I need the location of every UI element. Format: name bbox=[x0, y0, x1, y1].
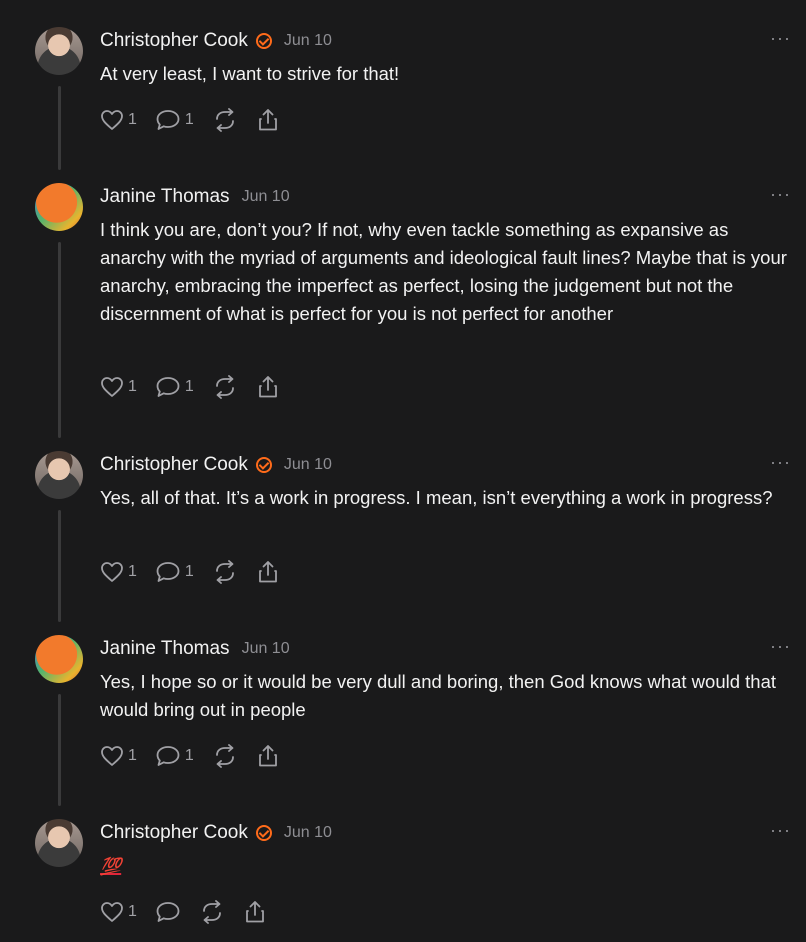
like-button[interactable]: 1 bbox=[100, 561, 137, 583]
share-icon bbox=[246, 901, 264, 923]
like-button[interactable]: 1 bbox=[100, 109, 137, 131]
avatar[interactable] bbox=[35, 451, 83, 499]
comment-icon bbox=[156, 902, 180, 922]
thread-line bbox=[58, 86, 61, 170]
restack-icon bbox=[215, 108, 234, 132]
comment-header: Janine Thomas Jun 10 bbox=[100, 185, 290, 209]
heart-icon bbox=[101, 562, 123, 582]
comment-header: Christopher Cook Jun 10 bbox=[100, 821, 332, 845]
reply-button[interactable] bbox=[155, 901, 181, 923]
more-icon[interactable]: ··· bbox=[770, 452, 791, 473]
author-name[interactable]: Christopher Cook bbox=[100, 454, 248, 476]
action-bar: 1 bbox=[100, 898, 285, 926]
comment-date[interactable]: Jun 10 bbox=[242, 640, 290, 658]
action-bar: 1 1 bbox=[100, 106, 298, 134]
more-icon[interactable]: ··· bbox=[770, 820, 791, 841]
restack-icon bbox=[215, 560, 234, 584]
reply-count: 1 bbox=[184, 378, 194, 395]
comment-date[interactable]: Jun 10 bbox=[284, 32, 332, 50]
share-icon bbox=[258, 376, 277, 398]
comment-date[interactable]: Jun 10 bbox=[242, 188, 290, 206]
more-icon[interactable]: ··· bbox=[770, 184, 791, 205]
heart-icon bbox=[101, 110, 123, 130]
restack-icon bbox=[215, 744, 234, 768]
more-icon[interactable]: ··· bbox=[770, 28, 791, 49]
author-name[interactable]: Christopher Cook bbox=[100, 30, 248, 52]
comment-text: At very least, I want to strive for that… bbox=[100, 63, 400, 84]
share-button[interactable] bbox=[256, 744, 280, 768]
thread-line bbox=[58, 510, 61, 622]
author-name[interactable]: Janine Thomas bbox=[100, 638, 230, 660]
reply-button[interactable]: 1 bbox=[155, 109, 194, 131]
restack-button[interactable] bbox=[212, 560, 238, 584]
avatar[interactable] bbox=[35, 183, 83, 231]
comment-icon bbox=[156, 746, 180, 766]
verified-icon bbox=[255, 825, 272, 841]
comment-header: Janine Thomas Jun 10 bbox=[100, 637, 290, 661]
comment-header: Christopher Cook Jun 10 bbox=[100, 29, 332, 53]
comment-icon bbox=[156, 377, 180, 397]
like-count: 1 bbox=[128, 111, 137, 128]
comment-icon bbox=[156, 562, 180, 582]
share-icon bbox=[258, 561, 277, 583]
restack-button[interactable] bbox=[212, 744, 238, 768]
reply-button[interactable]: 1 bbox=[155, 376, 194, 398]
like-button[interactable]: 1 bbox=[100, 376, 137, 398]
comment-icon bbox=[156, 110, 180, 130]
like-button[interactable]: 1 bbox=[100, 745, 137, 767]
restack-icon bbox=[215, 375, 234, 399]
verified-icon bbox=[255, 457, 272, 473]
restack-icon bbox=[203, 900, 221, 924]
reply-count: 1 bbox=[184, 563, 194, 580]
reply-button[interactable]: 1 bbox=[155, 745, 194, 767]
share-icon bbox=[258, 109, 277, 131]
comment-date[interactable]: Jun 10 bbox=[284, 456, 332, 474]
share-button[interactable] bbox=[256, 560, 280, 584]
heart-icon bbox=[101, 377, 123, 397]
heart-icon bbox=[101, 746, 123, 766]
verified-icon bbox=[255, 33, 272, 49]
like-count: 1 bbox=[128, 903, 137, 920]
like-count: 1 bbox=[128, 378, 137, 395]
hundred-points-icon: 💯 bbox=[100, 857, 122, 876]
like-button[interactable]: 1 bbox=[100, 901, 137, 923]
comment-header: Christopher Cook Jun 10 bbox=[100, 453, 332, 477]
reply-count: 1 bbox=[184, 747, 194, 764]
action-bar: 1 1 bbox=[100, 373, 298, 401]
share-button[interactable] bbox=[243, 900, 267, 924]
comment-text: I think you are, don’t you? If not, why … bbox=[100, 219, 787, 324]
share-button[interactable] bbox=[256, 108, 280, 132]
avatar[interactable] bbox=[35, 635, 83, 683]
like-count: 1 bbox=[128, 747, 137, 764]
restack-button[interactable] bbox=[212, 108, 238, 132]
author-name[interactable]: Christopher Cook bbox=[100, 822, 248, 844]
share-button[interactable] bbox=[256, 375, 280, 399]
author-name[interactable]: Janine Thomas bbox=[100, 186, 230, 208]
comment-date[interactable]: Jun 10 bbox=[284, 824, 332, 842]
action-bar: 1 1 bbox=[100, 558, 298, 586]
reply-button[interactable]: 1 bbox=[155, 561, 194, 583]
comment-text: 💯 bbox=[100, 852, 795, 881]
avatar[interactable] bbox=[35, 819, 83, 867]
avatar[interactable] bbox=[35, 27, 83, 75]
restack-button[interactable] bbox=[212, 375, 238, 399]
more-icon[interactable]: ··· bbox=[770, 636, 791, 657]
restack-button[interactable] bbox=[199, 900, 225, 924]
heart-icon bbox=[101, 902, 123, 922]
thread-line bbox=[58, 694, 61, 806]
share-icon bbox=[258, 745, 277, 767]
action-bar: 1 1 bbox=[100, 742, 298, 770]
like-count: 1 bbox=[128, 563, 137, 580]
thread-line bbox=[58, 242, 61, 438]
comment-text: Yes, I hope so or it would be very dull … bbox=[100, 671, 777, 720]
comment-text: Yes, all of that. It’s a work in progres… bbox=[100, 487, 773, 508]
reply-count: 1 bbox=[184, 111, 194, 128]
